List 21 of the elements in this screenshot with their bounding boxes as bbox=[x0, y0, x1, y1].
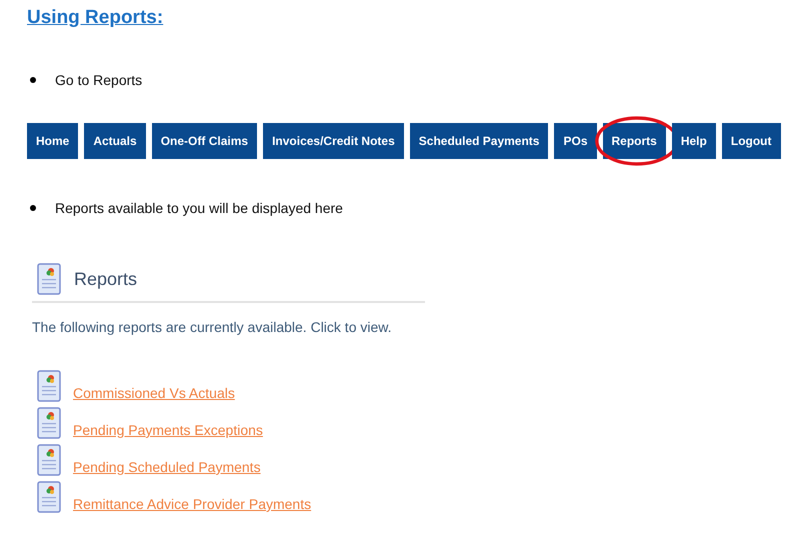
instruction-text: Reports available to you will be displayed here bbox=[55, 199, 343, 217]
instruction-text: Go to Reports bbox=[55, 71, 142, 89]
nav-button[interactable]: Logout bbox=[722, 123, 781, 159]
nav-button[interactable]: Actuals bbox=[84, 123, 146, 159]
intro-text: The following reports are currently available. Click to view. bbox=[32, 319, 392, 335]
nav-button[interactable]: One-Off Claims bbox=[152, 123, 258, 159]
report-icon bbox=[36, 444, 62, 476]
report-icon bbox=[36, 407, 62, 439]
bullet-icon bbox=[30, 205, 36, 211]
section-heading: Using Reports: bbox=[27, 6, 164, 30]
report-icon bbox=[36, 263, 62, 295]
report-icon bbox=[36, 370, 62, 402]
nav-button[interactable]: Home bbox=[27, 123, 78, 159]
report-icon bbox=[36, 481, 62, 513]
nav-button[interactable]: Help bbox=[672, 123, 716, 159]
nav-button[interactable]: POs bbox=[554, 123, 596, 159]
panel-title: Reports bbox=[74, 268, 138, 290]
nav-button[interactable]: Scheduled Payments bbox=[410, 123, 548, 159]
nav-button[interactable]: Reports bbox=[602, 123, 666, 159]
nav-button[interactable]: Invoices/Credit Notes bbox=[263, 123, 404, 159]
bullet-icon bbox=[30, 77, 36, 83]
